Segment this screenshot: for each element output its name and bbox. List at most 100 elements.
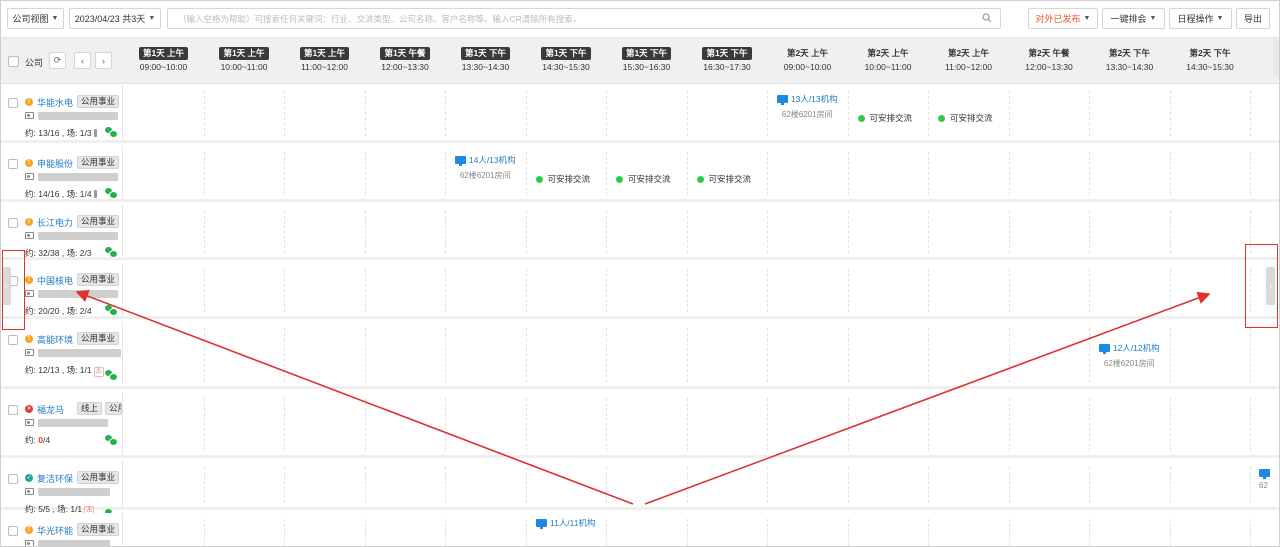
wechat-icon[interactable] — [105, 305, 118, 316]
slot-divider — [606, 152, 607, 195]
slot-divider — [1169, 398, 1171, 451]
time-slot-header: 第1天 下午 14:30~15:30 — [526, 38, 607, 84]
company-name-link[interactable]: 中国核电 — [37, 274, 73, 287]
next-page-button[interactable]: › — [95, 52, 112, 69]
slot-time-label: 10:00~11:00 — [864, 62, 912, 72]
time-slot-header: 第1天 上午 09:00~10:00 — [123, 38, 204, 84]
schedule-ops-button[interactable]: 日程操作 ▼ — [1169, 8, 1232, 29]
company-row: ! 华能水电 公用事业 约: 13/16 , 场: 1/3 13人/13机构 62楼620… — [1, 85, 1279, 143]
company-cell: ! 高能环境 公用事业 约: 12/13 , 场: 1/1 ⚠ — [1, 322, 123, 386]
company-name-link[interactable]: 申能股份 — [37, 157, 73, 170]
slot-divider — [686, 269, 688, 312]
redacted-contact — [38, 290, 118, 298]
slot-divider — [928, 519, 929, 546]
slot-divider — [1008, 211, 1010, 253]
row-checkbox[interactable] — [8, 159, 18, 169]
slot-divider — [686, 91, 688, 136]
company-name-link[interactable]: 福龙马 — [37, 403, 64, 416]
wechat-icon[interactable] — [105, 188, 118, 199]
time-slot-header: 第2天 下午 13:30~14:30 — [1089, 38, 1170, 84]
select-all-checkbox[interactable] — [8, 56, 19, 67]
meeting-block[interactable]: 14人/13机构 62楼6201房间 — [445, 154, 526, 181]
row-checkbox[interactable] — [8, 98, 18, 108]
industry-tag: 线上 — [77, 402, 103, 415]
slot-divider — [525, 467, 527, 503]
slot-divider — [1008, 328, 1010, 382]
slot-divider — [1250, 519, 1251, 546]
slot-divider — [364, 398, 366, 451]
slot-divider — [525, 328, 527, 382]
company-name-link[interactable]: 长江电力 — [37, 216, 73, 229]
slot-divider — [203, 269, 205, 312]
contact-card-icon — [25, 290, 34, 297]
slot-divider — [1089, 398, 1090, 451]
row-checkbox[interactable] — [8, 526, 18, 536]
company-row: ! 申能股份 公用事业 约: 14/16 , 场: 1/4 14人/13机构 62楼620… — [1, 146, 1279, 202]
meeting-block[interactable]: 13人/13机构 62楼6201房间 — [767, 93, 848, 120]
slot-divider — [767, 398, 768, 451]
wechat-icon[interactable] — [105, 435, 118, 446]
row-checkbox[interactable] — [8, 474, 18, 484]
row-checkbox[interactable] — [8, 335, 18, 345]
meeting-block[interactable]: 12人/12机构 62楼6201房间 — [1089, 342, 1170, 369]
company-cell: × 福龙马线上公用约: 0/4 — [1, 392, 123, 455]
auto-schedule-button[interactable]: 一键排会 ▼ — [1102, 8, 1165, 29]
wechat-icon[interactable] — [105, 127, 118, 138]
app-window: 公司视图 ▼ 2023/04/23 共3天 ▼ 对外已发布 ▼ 一键排会 ▼ 日… — [0, 0, 1280, 547]
scrollbar[interactable] — [1273, 37, 1279, 77]
meeting-stats: 约: 32/38 , 场: 2/3 — [25, 247, 92, 259]
prev-page-button[interactable]: ‹ — [74, 52, 91, 69]
slot-divider — [1008, 398, 1010, 451]
slot-divider — [284, 269, 285, 312]
available-label: 可安排交流 — [708, 174, 752, 184]
meeting-room: 62 — [1259, 481, 1268, 490]
industry-tag: 公用事业 — [77, 95, 120, 108]
slot-divider — [203, 467, 205, 503]
company-name-link[interactable]: 华光环能 — [37, 524, 73, 537]
date-select[interactable]: 2023/04/23 共3天 ▼ — [69, 8, 161, 29]
available-slot[interactable]: 可安排交流 — [616, 173, 671, 185]
slot-divider — [284, 328, 285, 382]
company-cell: ! 华能水电 公用事业 约: 13/16 , 场: 1/3 — [1, 85, 123, 140]
schedule-header: 公司 ⟳ ‹ › 第1天 上午 09:00~10:00 第1天 上午 10:00~11… — [1, 37, 1279, 84]
wechat-icon[interactable] — [105, 247, 118, 258]
search-icon[interactable] — [982, 13, 992, 23]
row-checkbox[interactable] — [8, 405, 18, 415]
slot-time-label: 13:30~14:30 — [461, 62, 510, 72]
slot-divider — [525, 152, 527, 195]
view-select[interactable]: 公司视图 ▼ — [7, 8, 64, 29]
company-name-link[interactable]: 复洁环保 — [37, 472, 73, 485]
meeting-block[interactable]: 11人/11机构 — [526, 517, 607, 533]
redacted-contact — [38, 419, 108, 427]
slot-time-label: 12:00~13:30 — [381, 62, 429, 72]
slot-divider — [928, 211, 929, 253]
search-input[interactable] — [178, 13, 968, 24]
time-slot-header: 第2天 下午 14:30~15:30 — [1170, 38, 1251, 84]
meeting-attendees: 13人/13机构 — [790, 94, 838, 104]
wechat-icon[interactable] — [105, 370, 118, 381]
slot-divider — [203, 211, 205, 253]
company-name-link[interactable]: 高能环境 — [37, 333, 73, 346]
warning-status-icon: ! — [25, 335, 33, 343]
available-slot[interactable]: 可安排交流 — [857, 112, 912, 124]
slot-divider — [686, 328, 688, 382]
meeting-attendees: 12人/12机构 — [1112, 343, 1160, 353]
export-button[interactable]: 导出 — [1236, 8, 1270, 29]
slot-divider — [606, 328, 607, 382]
contact-card-icon — [25, 349, 34, 356]
slot-day-label: 第2天 上午 — [947, 48, 990, 58]
available-slot[interactable]: 可安排交流 — [535, 173, 590, 185]
publish-select[interactable]: 对外已发布 ▼ — [1028, 8, 1098, 29]
available-slot[interactable]: 可安排交流 — [696, 173, 752, 185]
industry-tag: 公用事业 — [77, 273, 120, 286]
available-slot[interactable]: 可安排交流 — [938, 112, 993, 124]
slot-day-label: 第1天 上午 — [219, 47, 269, 60]
slot-divider — [1008, 467, 1010, 503]
stats-text: 约: 32/38 , 场: 2/3 — [25, 248, 92, 258]
refresh-button[interactable]: ⟳ — [49, 52, 66, 69]
meeting-block[interactable]: 62 — [1259, 469, 1279, 490]
time-slot-header: 第2天 上午 10:00~11:00 — [848, 38, 929, 84]
time-slot-header: 第1天 下午 16:30~17:30 — [687, 38, 768, 84]
company-name-link[interactable]: 华能水电 — [37, 96, 73, 109]
row-checkbox[interactable] — [8, 218, 18, 228]
